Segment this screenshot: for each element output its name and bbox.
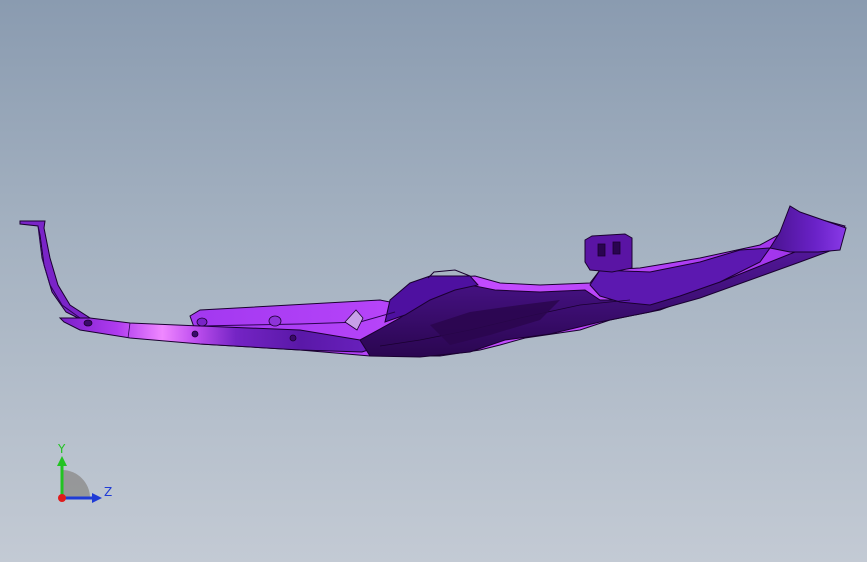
clip-hole (289, 334, 297, 342)
triad-origin (58, 494, 66, 502)
clip-hole (191, 330, 199, 338)
y-axis-label: Y (57, 442, 66, 456)
y-axis-arrow (57, 456, 67, 466)
right-fin (769, 205, 847, 253)
mounting-bracket (584, 233, 633, 273)
clip-hole (83, 319, 93, 327)
clip-hole (268, 315, 282, 327)
3d-model[interactable] (0, 0, 867, 562)
z-axis-label: Z (104, 485, 112, 499)
axis-triad: Y Z (57, 442, 112, 503)
left-flange (19, 220, 91, 323)
z-axis-arrow (92, 493, 102, 503)
triad-quadrant (62, 470, 90, 498)
3d-viewport[interactable]: Y Z (0, 0, 867, 562)
clip-hole (196, 317, 208, 327)
bracket-slot-right (612, 241, 621, 255)
bracket-slot-left (597, 243, 606, 257)
